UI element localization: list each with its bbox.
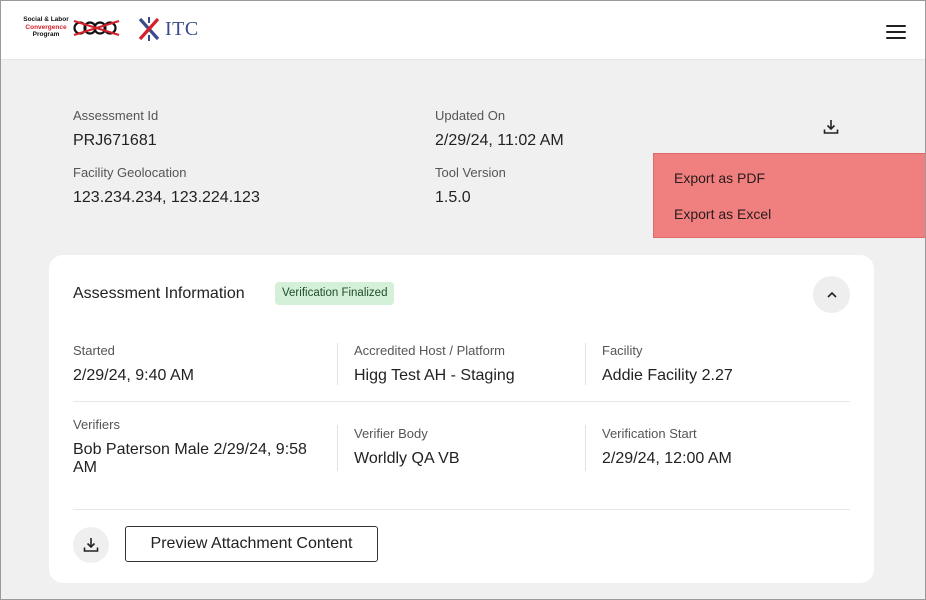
column-divider bbox=[585, 425, 586, 471]
started-value: 2/29/24, 9:40 AM bbox=[73, 367, 194, 384]
verifiers-value: Bob Paterson Male 2/29/24, 9:58 AM bbox=[73, 441, 307, 476]
facility-value: Addie Facility 2.27 bbox=[602, 367, 733, 384]
itc-logo-icon bbox=[138, 17, 160, 41]
download-icon bbox=[823, 120, 839, 134]
facility-geolocation-value: 123.234.234, 123.224.123 bbox=[73, 189, 260, 206]
verifier-body-label: Verifier Body bbox=[354, 426, 428, 441]
card-title: Assessment Information bbox=[73, 285, 245, 302]
verifiers-label: Verifiers bbox=[73, 417, 120, 432]
itc-logo-text: ITC bbox=[165, 17, 199, 40]
column-divider bbox=[337, 343, 338, 385]
facility-geolocation-label: Facility Geolocation bbox=[73, 165, 187, 180]
tool-version-value: 1.5.0 bbox=[435, 189, 471, 206]
status-badge: Verification Finalized bbox=[275, 282, 395, 305]
attachment-divider bbox=[73, 509, 850, 510]
slcp-logo-text: Social & Labor Convergence Program bbox=[20, 16, 72, 39]
itc-logo[interactable]: ITC bbox=[137, 16, 199, 42]
slcp-logo[interactable]: Social & Labor Convergence Program bbox=[20, 16, 122, 40]
slcp-logo-line1: Social & Labor bbox=[23, 16, 69, 23]
attachment-download-button[interactable] bbox=[73, 527, 109, 563]
assessment-id-value: PRJ671681 bbox=[73, 132, 157, 149]
verification-start-value: 2/29/24, 12:00 AM bbox=[602, 450, 732, 467]
row-divider bbox=[73, 401, 850, 402]
slcp-logo-line3: Program bbox=[32, 31, 60, 38]
updated-on-label: Updated On bbox=[435, 108, 506, 123]
assessment-information-card: Assessment Information Verification Fina… bbox=[49, 255, 874, 583]
export-excel-item[interactable]: Export as Excel bbox=[674, 206, 771, 222]
export-pdf-item[interactable]: Export as PDF bbox=[674, 170, 765, 186]
assessment-id-label: Assessment Id bbox=[73, 108, 159, 123]
tool-version-label: Tool Version bbox=[435, 165, 506, 180]
slcp-mark-icon bbox=[73, 19, 120, 37]
download-button[interactable] bbox=[812, 108, 850, 146]
verifier-body-value: Worldly QA VB bbox=[354, 450, 460, 467]
facility-label: Facility bbox=[602, 343, 643, 358]
top-bar: Social & Labor Convergence Program ITC bbox=[0, 0, 926, 60]
hamburger-menu-icon[interactable] bbox=[886, 22, 908, 40]
download-icon bbox=[83, 538, 99, 552]
accredited-host-label: Accredited Host / Platform bbox=[354, 343, 505, 358]
slcp-logo-line2: Convergence bbox=[25, 23, 67, 31]
column-divider bbox=[585, 343, 586, 385]
chevron-up-icon bbox=[826, 291, 837, 298]
collapse-button[interactable] bbox=[813, 276, 850, 313]
started-label: Started bbox=[73, 343, 115, 358]
verification-start-label: Verification Start bbox=[602, 426, 697, 441]
updated-on-value: 2/29/24, 11:02 AM bbox=[435, 132, 564, 149]
preview-attachment-button[interactable]: Preview Attachment Content bbox=[125, 526, 378, 562]
export-menu: Export as PDF Export as Excel bbox=[653, 153, 926, 238]
accredited-host-value: Higg Test AH - Staging bbox=[354, 367, 515, 384]
column-divider bbox=[337, 425, 338, 471]
